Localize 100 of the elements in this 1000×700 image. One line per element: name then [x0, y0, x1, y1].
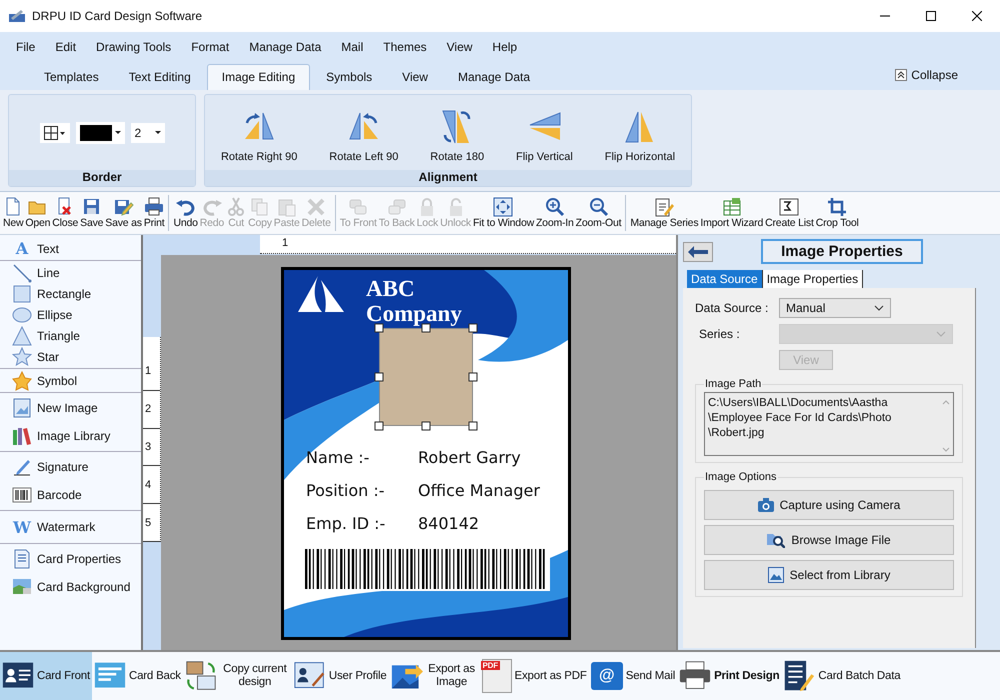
copy-icon: [250, 197, 270, 217]
ribbon-button[interactable]: Rotate 180: [426, 106, 488, 164]
toolbar-button[interactable]: Save: [79, 197, 104, 229]
sail-logo-icon: [298, 276, 344, 312]
tool-item[interactable]: Star: [0, 346, 72, 367]
menu-item[interactable]: Mail: [341, 40, 364, 54]
letter-icon: W: [12, 518, 32, 536]
letter-icon: A: [12, 239, 32, 258]
tool-item[interactable]: New Image: [0, 394, 110, 422]
ribbon-tab[interactable]: Text Editing: [114, 65, 205, 90]
bottom-bar-button[interactable]: Card Front: [0, 652, 92, 700]
tool-item[interactable]: W Watermark: [0, 512, 108, 542]
menu-item[interactable]: File: [16, 40, 36, 54]
barcode-icon: [12, 485, 32, 505]
field-label: Series :: [698, 327, 741, 341]
print-icon: [144, 197, 164, 217]
option-button[interactable]: Select from Library: [704, 560, 954, 590]
ribbon-tab[interactable]: Manage Data: [444, 65, 544, 90]
panel-tab[interactable]: Data Source: [687, 270, 763, 288]
option-button[interactable]: Capture using Camera: [704, 490, 954, 520]
toolbar-button[interactable]: Create List: [764, 197, 815, 229]
toolbar-button[interactable]: Manage Series: [629, 197, 700, 229]
menu-item[interactable]: Edit: [55, 40, 76, 54]
spreadsheet-icon: [722, 197, 742, 217]
bottom-bar-button[interactable]: PDF Export as PDF: [480, 652, 589, 700]
bottom-bar-button[interactable]: Card Batch Data: [781, 652, 902, 700]
toolbar-button[interactable]: Save as: [104, 197, 143, 229]
triangle-icon: [12, 326, 32, 346]
caret-icon: [114, 130, 120, 134]
ruler-number: 2: [143, 390, 160, 429]
menu-item[interactable]: View: [446, 40, 472, 54]
toolbar-button[interactable]: New: [2, 197, 24, 229]
border-style-dropdown[interactable]: [40, 122, 70, 142]
resize-handle[interactable]: [374, 422, 384, 430]
toolbar-button[interactable]: Open: [24, 197, 52, 229]
resize-handle[interactable]: [468, 372, 478, 382]
bottom-bar-button[interactable]: User Profile: [292, 652, 389, 700]
toolbar-button[interactable]: Zoom-Out: [574, 197, 622, 229]
back-button[interactable]: [683, 242, 713, 262]
ribbon-tab[interactable]: Image Editing: [206, 64, 310, 90]
tool-item[interactable]: Rectangle: [0, 283, 104, 304]
diagonal-line-icon: [12, 262, 32, 282]
menu-item[interactable]: Drawing Tools: [96, 40, 172, 54]
field-label: Position :-: [306, 481, 386, 500]
bottom-bar-button[interactable]: Export as Image: [388, 652, 480, 700]
menu-item[interactable]: Format: [191, 40, 230, 54]
redo-icon: [202, 197, 222, 217]
toolbar-button[interactable]: Zoom-In: [534, 197, 575, 229]
bottom-bar-button[interactable]: Copy current design: [182, 652, 292, 700]
ruler-number: 5: [143, 504, 160, 542]
ribbon-tab[interactable]: View: [388, 65, 442, 90]
toolbar-button[interactable]: Fit to Window: [472, 197, 535, 229]
ribbon-tab[interactable]: Symbols: [312, 65, 386, 90]
image-path-field[interactable]: C:\Users\IBALL\Documents\Aastha \Employee Face For Id Cards\Photo \Robert.jpg: [704, 392, 954, 456]
ribbon-button[interactable]: Rotate Left 90: [325, 106, 402, 164]
border-color-dropdown[interactable]: [76, 122, 124, 144]
ribbon-button[interactable]: Flip Vertical: [512, 106, 577, 164]
border-width-dropdown[interactable]: 2: [130, 122, 164, 142]
close-icon: [972, 11, 982, 21]
bottom-bar-button[interactable]: Card Back: [92, 652, 183, 700]
resize-handle[interactable]: [468, 324, 478, 332]
tool-item[interactable]: Card Properties: [0, 545, 134, 573]
bottom-bar-button[interactable]: @ Send Mail: [588, 652, 678, 700]
toolbar-button[interactable]: Close: [51, 197, 80, 229]
tool-item[interactable]: Ellipse: [0, 304, 84, 325]
x-mark-icon: [306, 197, 326, 217]
toolbar-button[interactable]: Crop Tool: [814, 197, 860, 229]
tool-item[interactable]: Card Background: [0, 573, 142, 601]
tool-item[interactable]: Signature: [0, 453, 100, 481]
camera-icon: [758, 498, 774, 512]
resize-handle[interactable]: [374, 372, 384, 382]
tool-item[interactable]: Line: [0, 262, 72, 283]
toolbar-button[interactable]: Import Wizard: [699, 197, 764, 229]
menu-item[interactable]: Manage Data: [249, 40, 322, 54]
menu-item[interactable]: Help: [492, 40, 518, 54]
resize-handle[interactable]: [468, 422, 478, 430]
panel-title: Image Properties: [761, 239, 923, 264]
printer-icon: [679, 660, 712, 692]
ribbon-tab[interactable]: Templates: [30, 65, 113, 90]
bottom-bar-button[interactable]: Print Design: [677, 652, 782, 700]
ribbon-button[interactable]: Rotate Right 90: [216, 106, 302, 164]
panel-tab[interactable]: Image Properties: [762, 270, 864, 288]
tool-item[interactable]: Barcode: [0, 481, 94, 509]
tool-item[interactable]: Triangle: [0, 325, 92, 346]
fit-window-icon: [493, 197, 514, 217]
tool-item[interactable]: Symbol: [0, 370, 90, 391]
id-card[interactable]: ABC Company Name :- Robert Garry Position :- Office Manager Emp. ID :- 840142: [281, 267, 571, 640]
menu-item[interactable]: Themes: [383, 40, 427, 54]
group-label: Alignment: [205, 170, 691, 186]
toolbar-button[interactable]: Undo: [172, 197, 199, 229]
option-button[interactable]: Browse Image File: [704, 525, 954, 555]
tool-item[interactable]: Image Library: [0, 422, 122, 450]
ribbon-button[interactable]: Flip Horizontal: [600, 106, 680, 164]
resize-handle[interactable]: [422, 422, 430, 430]
undo-icon: [176, 197, 196, 217]
collapse-button[interactable]: Collapse: [895, 68, 958, 82]
ruler-number: 4: [143, 466, 160, 504]
tool-item[interactable]: A Text: [0, 238, 72, 259]
toolbar-button[interactable]: Print: [142, 197, 166, 229]
data-source-dropdown[interactable]: Manual: [779, 298, 891, 318]
